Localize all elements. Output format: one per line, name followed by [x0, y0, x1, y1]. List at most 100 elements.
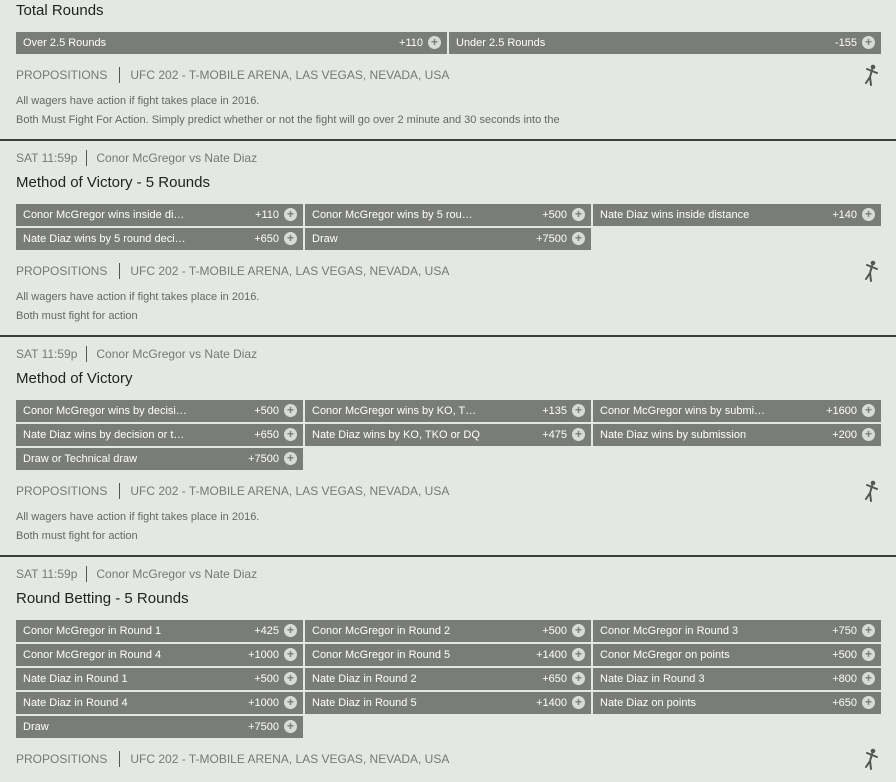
bet-odds: +425	[254, 625, 279, 637]
fighter-icon	[865, 748, 878, 770]
bet-label: Nate Diaz in Round 1	[23, 673, 128, 685]
bet-label: Conor McGregor in Round 5	[312, 649, 451, 661]
bet-label: Conor McGregor wins by decisi…	[23, 405, 187, 417]
plus-circle-icon: +	[862, 208, 875, 221]
bet-button[interactable]: Conor McGregor in Round 1 +425 +	[16, 620, 303, 642]
bet-button-under-2-5[interactable]: Under 2.5 Rounds -155 +	[449, 32, 881, 54]
bet-button[interactable]: Draw or Technical draw +7500 +	[16, 448, 303, 470]
market-title-method-of-victory: Method of Victory	[16, 370, 133, 387]
plus-circle-icon: +	[572, 232, 585, 245]
bet-button[interactable]: Conor McGregor on points +500 +	[593, 644, 881, 666]
bet-odds: +7500	[536, 233, 567, 245]
bet-button[interactable]: Conor McGregor in Round 5 +1400 +	[305, 644, 591, 666]
bet-odds: +7500	[248, 721, 279, 733]
plus-circle-icon: +	[428, 36, 441, 49]
plus-circle-icon: +	[284, 404, 297, 417]
plus-circle-icon: +	[284, 208, 297, 221]
propositions-label: PROPOSITIONS	[16, 752, 108, 766]
propositions-row: PROPOSITIONS UFC 202 - T-MOBILE ARENA, L…	[16, 483, 449, 499]
propositions-label: PROPOSITIONS	[16, 264, 108, 278]
bet-label: Nate Diaz wins by KO, TKO or DQ	[312, 429, 480, 441]
section-divider	[0, 335, 896, 337]
bet-label: Conor McGregor wins by 5 rou…	[312, 209, 473, 221]
bet-button[interactable]: Nate Diaz wins by KO, TKO or DQ +475 +	[305, 424, 591, 446]
plus-circle-icon: +	[862, 428, 875, 441]
fighter-icon	[865, 480, 878, 502]
bet-label: Under 2.5 Rounds	[456, 37, 546, 49]
plus-circle-icon: +	[862, 648, 875, 661]
plus-circle-icon: +	[284, 696, 297, 709]
divider	[119, 483, 121, 499]
bet-button[interactable]: Nate Diaz in Round 2 +650 +	[305, 668, 591, 690]
bet-label: Draw or Technical draw	[23, 453, 138, 465]
bet-button[interactable]: Conor McGregor wins by KO, T… +135 +	[305, 400, 591, 422]
bet-odds: +110	[255, 209, 279, 221]
bet-odds: +1600	[826, 405, 857, 417]
event-meta: SAT 11:59p Conor McGregor vs Nate Diaz	[16, 566, 257, 582]
bet-label: Conor McGregor on points	[600, 649, 730, 661]
rule-note: Both Must Fight For Action. Simply predi…	[16, 114, 560, 126]
rule-note: Both must fight for action	[16, 530, 138, 542]
divider	[86, 346, 88, 362]
event-location: UFC 202 - T-MOBILE ARENA, LAS VEGAS, NEV…	[130, 264, 450, 278]
event-location: UFC 202 - T-MOBILE ARENA, LAS VEGAS, NEV…	[130, 484, 450, 498]
plus-circle-icon: +	[572, 672, 585, 685]
bet-button[interactable]: Conor McGregor in Round 3 +750 +	[593, 620, 881, 642]
bet-button[interactable]: Draw +7500 +	[305, 228, 591, 250]
bet-button[interactable]: Conor McGregor wins by submi… +1600 +	[593, 400, 881, 422]
bet-odds: +1000	[248, 649, 279, 661]
rule-note: All wagers have action if fight takes pl…	[16, 511, 260, 523]
bet-button[interactable]: Nate Diaz wins by submission +200 +	[593, 424, 881, 446]
market-title-method-5-rounds: Method of Victory - 5 Rounds	[16, 174, 210, 191]
bet-label: Nate Diaz in Round 4	[23, 697, 128, 709]
event-matchup: Conor McGregor vs Nate Diaz	[96, 567, 258, 581]
rule-note: All wagers have action if fight takes pl…	[16, 291, 260, 303]
bet-button[interactable]: Nate Diaz wins inside distance +140 +	[593, 204, 881, 226]
event-time: SAT 11:59p	[16, 567, 78, 581]
divider	[86, 150, 88, 166]
bet-odds: +1000	[248, 697, 279, 709]
bet-label: Over 2.5 Rounds	[23, 37, 107, 49]
section-divider	[0, 139, 896, 141]
bet-button[interactable]: Nate Diaz in Round 4 +1000 +	[16, 692, 303, 714]
bet-button[interactable]: Conor McGregor wins inside di… +110 +	[16, 204, 303, 226]
bet-label: Nate Diaz wins by 5 round deci…	[23, 233, 186, 245]
propositions-row: PROPOSITIONS UFC 202 - T-MOBILE ARENA, L…	[16, 67, 449, 83]
section-divider	[0, 555, 896, 557]
bet-button[interactable]: Nate Diaz wins by 5 round deci… +650 +	[16, 228, 303, 250]
market-title-round-betting: Round Betting - 5 Rounds	[16, 590, 189, 607]
bet-label: Draw	[23, 721, 49, 733]
event-location: UFC 202 - T-MOBILE ARENA, LAS VEGAS, NEV…	[130, 68, 450, 82]
fighter-icon	[865, 64, 878, 86]
bet-button[interactable]: Nate Diaz in Round 3 +800 +	[593, 668, 881, 690]
bet-odds: +500	[254, 673, 279, 685]
bet-odds: +650	[542, 673, 567, 685]
plus-circle-icon: +	[862, 672, 875, 685]
bet-label: Nate Diaz in Round 5	[312, 697, 417, 709]
plus-circle-icon: +	[284, 672, 297, 685]
bet-odds: +110	[399, 37, 423, 49]
bet-button[interactable]: Conor McGregor wins by 5 rou… +500 +	[305, 204, 591, 226]
divider	[119, 751, 121, 767]
bet-button[interactable]: Conor McGregor wins by decisi… +500 +	[16, 400, 303, 422]
bet-odds: +500	[832, 649, 857, 661]
plus-circle-icon: +	[572, 696, 585, 709]
bet-odds: +650	[254, 429, 279, 441]
propositions-row: PROPOSITIONS UFC 202 - T-MOBILE ARENA, L…	[16, 751, 449, 767]
bet-button[interactable]: Nate Diaz wins by decision or t… +650 +	[16, 424, 303, 446]
bet-button[interactable]: Nate Diaz in Round 1 +500 +	[16, 668, 303, 690]
rule-note: Both must fight for action	[16, 310, 138, 322]
bet-button[interactable]: Conor McGregor in Round 2 +500 +	[305, 620, 591, 642]
bet-button[interactable]: Nate Diaz on points +650 +	[593, 692, 881, 714]
bet-button[interactable]: Conor McGregor in Round 4 +1000 +	[16, 644, 303, 666]
divider	[86, 566, 88, 582]
plus-circle-icon: +	[862, 36, 875, 49]
divider	[119, 263, 121, 279]
bet-odds: +500	[542, 209, 567, 221]
bet-button[interactable]: Nate Diaz in Round 5 +1400 +	[305, 692, 591, 714]
propositions-label: PROPOSITIONS	[16, 484, 108, 498]
bet-label: Conor McGregor wins by KO, T…	[312, 405, 477, 417]
bet-label: Nate Diaz wins by submission	[600, 429, 747, 441]
bet-button[interactable]: Draw +7500 +	[16, 716, 303, 738]
bet-button-over-2-5[interactable]: Over 2.5 Rounds +110 +	[16, 32, 447, 54]
